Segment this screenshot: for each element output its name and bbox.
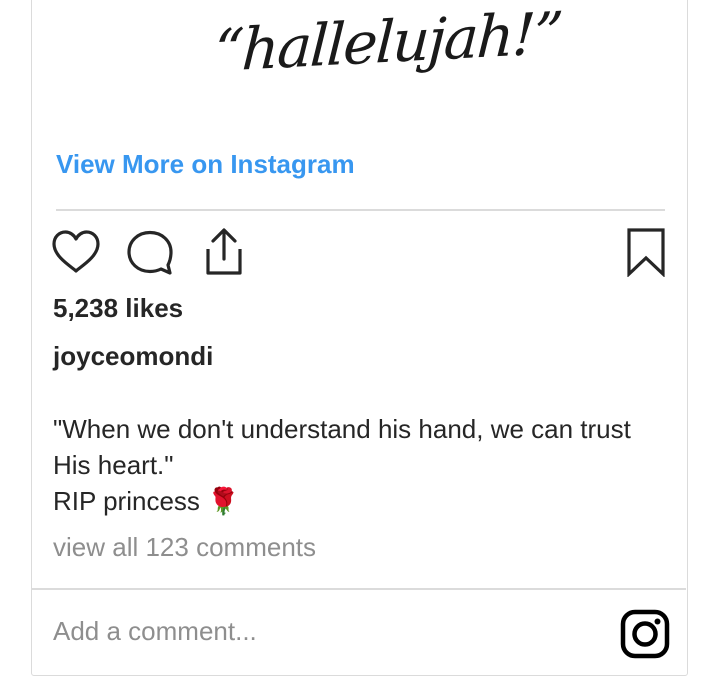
- save-button[interactable]: [620, 227, 672, 278]
- share-icon: [206, 228, 242, 275]
- share-button[interactable]: [198, 227, 250, 277]
- comment-button[interactable]: [123, 227, 175, 277]
- post-caption: "When we don't understand his hand, we c…: [53, 411, 683, 519]
- divider: [56, 209, 665, 211]
- caption-line: His heart.": [53, 450, 174, 480]
- view-more-on-instagram-link[interactable]: View More on Instagram: [56, 149, 355, 180]
- divider: [32, 588, 686, 590]
- likes-count[interactable]: 5,238 likes: [53, 293, 183, 324]
- action-bar: [50, 227, 672, 278]
- instagram-embed-card: “hallelujah!” View More on Instagram 5,2…: [31, 0, 688, 676]
- add-comment-input[interactable]: [53, 609, 593, 653]
- post-image-text: “hallelujah!”: [212, 0, 564, 85]
- comment-bubble-icon: [127, 230, 173, 275]
- instagram-logo-icon[interactable]: [620, 609, 670, 659]
- post-image[interactable]: “hallelujah!”: [56, 0, 663, 123]
- post-author-username[interactable]: joyceomondi: [53, 341, 213, 372]
- heart-icon: [52, 230, 100, 273]
- caption-line: RIP princess 🌹: [53, 486, 240, 516]
- bookmark-icon: [627, 228, 665, 278]
- view-all-comments-link[interactable]: view all 123 comments: [53, 532, 316, 563]
- like-button[interactable]: [50, 227, 102, 277]
- caption-line: "When we don't understand his hand, we c…: [53, 414, 631, 444]
